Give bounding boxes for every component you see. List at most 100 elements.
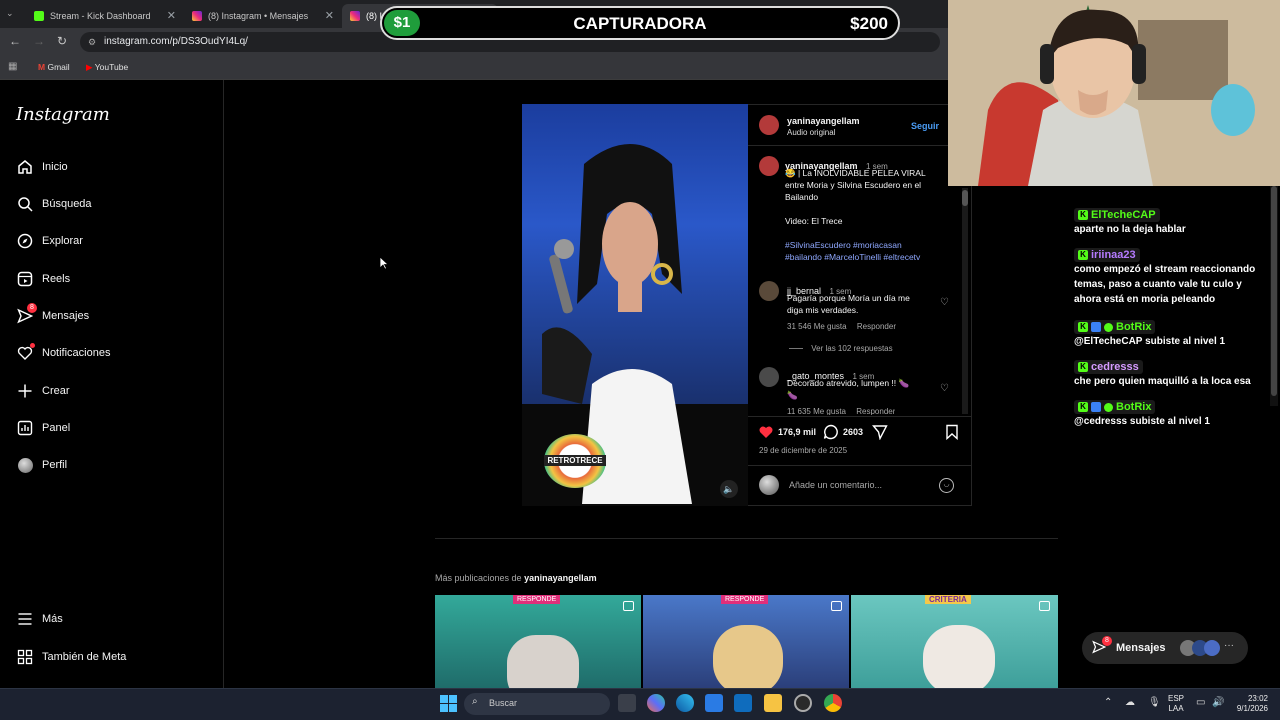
comments-scrollbar[interactable] bbox=[962, 188, 968, 414]
chat-username[interactable]: Kiriinaa23 bbox=[1074, 248, 1140, 262]
post-thumbnail[interactable]: RESPONDE bbox=[643, 595, 849, 688]
caption-hashtags[interactable]: #bailando #MarceloTinelli #eltrecetv bbox=[785, 251, 945, 263]
chat-text: che pero quien maquilló a la loca esa bbox=[1074, 376, 1251, 387]
sidebar-item-panel[interactable]: Panel bbox=[16, 416, 70, 440]
sidebar-item-mensajes[interactable]: 8 Mensajes bbox=[16, 303, 89, 328]
explorer-icon[interactable] bbox=[764, 694, 782, 712]
emoji-icon[interactable]: ◡ bbox=[939, 478, 954, 493]
bookmark-youtube[interactable]: ▶ YouTube bbox=[86, 62, 128, 73]
author-avatar[interactable] bbox=[759, 115, 779, 135]
follow-button[interactable]: Seguir bbox=[911, 121, 939, 131]
bot-badge-icon bbox=[1091, 322, 1101, 332]
comment-input[interactable]: Añade un comentario... bbox=[789, 480, 882, 490]
reload-button[interactable]: ↻ bbox=[57, 34, 67, 48]
clock-time: 23:02 bbox=[1247, 694, 1268, 703]
sidebar-item-label: Crear bbox=[42, 385, 70, 397]
sidebar-item-reels[interactable]: Reels bbox=[16, 267, 70, 291]
audio-label[interactable]: Audio original bbox=[787, 128, 835, 137]
reel-video[interactable]: RETROTRECE 🔈 bbox=[522, 104, 748, 506]
forward-button[interactable]: → bbox=[33, 34, 45, 48]
scrollbar-thumb[interactable] bbox=[962, 190, 968, 206]
sidebar-item-explorar[interactable]: Explorar bbox=[16, 229, 83, 253]
url-text: instagram.com/p/DS3OudYI4Lq/ bbox=[104, 36, 248, 47]
save-button[interactable] bbox=[945, 424, 959, 445]
clock[interactable]: 23:02 9/1/2026 bbox=[1232, 694, 1268, 714]
sidebar-item-crear[interactable]: Crear bbox=[16, 379, 70, 403]
more-posts-prefix: Más publicaciones de bbox=[435, 573, 525, 583]
comments-count[interactable]: 2603 bbox=[843, 427, 863, 437]
messages-dock[interactable]: 8 Mensajes ··· bbox=[1082, 632, 1248, 664]
comment-button[interactable] bbox=[823, 424, 839, 445]
post-thumbnail[interactable]: CRITERIA bbox=[851, 595, 1058, 688]
more-posts-user[interactable]: yaninayangellam bbox=[524, 573, 597, 583]
comment-likes[interactable]: 11 635 Me gusta bbox=[787, 407, 846, 415]
chat-scrollbar[interactable] bbox=[1270, 186, 1278, 406]
post-thumbnail[interactable]: RESPONDE bbox=[435, 595, 641, 688]
tab-instagram-messages[interactable]: (8) Instagram • Mensajes ✕ bbox=[184, 4, 340, 28]
comment-avatar[interactable] bbox=[759, 281, 779, 301]
tab-label: Stream - Kick Dashboard bbox=[50, 11, 151, 21]
back-button[interactable]: ← bbox=[9, 34, 21, 48]
avatar bbox=[1204, 640, 1220, 656]
sidebar-item-mas[interactable]: Más bbox=[16, 607, 63, 631]
comment-like-icon[interactable]: ♡ bbox=[940, 297, 949, 308]
comment-likes[interactable]: 31 546 Me gusta bbox=[787, 322, 847, 331]
comment-line: diga mis verdades. bbox=[787, 305, 859, 315]
post-date: 29 de diciembre de 2025 bbox=[759, 446, 848, 455]
chat-username[interactable]: Kcedresss bbox=[1074, 360, 1143, 374]
cloud-icon[interactable]: ☁ bbox=[1125, 697, 1135, 708]
comment-like-icon[interactable]: ♡ bbox=[940, 383, 949, 394]
reply-button[interactable]: Responder bbox=[856, 407, 895, 415]
comment-avatar[interactable] bbox=[759, 367, 779, 387]
sidebar-item-meta[interactable]: También de Meta bbox=[16, 645, 126, 669]
tab-search-button[interactable]: ⌄ bbox=[6, 8, 14, 19]
likes-count[interactable]: 176,9 mil bbox=[778, 427, 816, 437]
chevron-up-icon[interactable]: ⌃ bbox=[1104, 697, 1112, 708]
reply-button[interactable]: Responder bbox=[857, 322, 896, 331]
sidebar-item-notificaciones[interactable]: Notificaciones bbox=[16, 341, 110, 365]
bookmark-gmail[interactable]: M Gmail bbox=[38, 62, 70, 72]
like-button[interactable] bbox=[758, 424, 774, 445]
start-button[interactable] bbox=[440, 695, 457, 712]
thumbnail-face bbox=[923, 625, 995, 688]
kick-badge-icon: K bbox=[1078, 210, 1088, 220]
mute-button[interactable]: 🔈 bbox=[720, 480, 738, 498]
close-icon[interactable]: ✕ bbox=[325, 9, 334, 22]
volume-icon[interactable]: 🔊 bbox=[1212, 697, 1224, 708]
caption-avatar[interactable] bbox=[759, 156, 779, 176]
author-username[interactable]: yaninayangellam bbox=[787, 116, 860, 126]
instagram-logo[interactable]: Instagram bbox=[16, 104, 110, 125]
comment-meta: 31 546 Me gusta Responder bbox=[787, 322, 896, 331]
chat-username[interactable]: K BotRix bbox=[1074, 320, 1156, 334]
scrollbar-thumb[interactable] bbox=[1271, 186, 1277, 396]
site-info-icon[interactable]: ⚙ bbox=[88, 32, 96, 52]
mic-icon[interactable]: 🎙 bbox=[1148, 697, 1161, 708]
outlook-icon[interactable] bbox=[734, 694, 752, 712]
network-icon[interactable]: ▭ bbox=[1196, 697, 1205, 708]
task-view-icon[interactable] bbox=[618, 694, 636, 712]
taskbar-search[interactable]: ⌕ Buscar bbox=[464, 693, 610, 715]
reels-icon bbox=[16, 270, 34, 288]
obs-icon[interactable] bbox=[794, 694, 812, 712]
copilot-icon[interactable] bbox=[647, 694, 665, 712]
panel-divider bbox=[748, 416, 971, 417]
chrome-icon[interactable] bbox=[824, 694, 842, 712]
comment-icon bbox=[823, 424, 838, 440]
tab-kick-dashboard[interactable]: Stream - Kick Dashboard ✕ bbox=[26, 4, 182, 28]
caption-hashtags[interactable]: #SilvinaEscudero #moriacasan bbox=[785, 239, 945, 251]
sidebar-item-perfil[interactable]: Perfil bbox=[16, 453, 67, 477]
store-icon[interactable] bbox=[705, 694, 723, 712]
chat-username[interactable]: K ElTecheCAP bbox=[1074, 208, 1160, 222]
apps-icon[interactable]: ▦ bbox=[8, 61, 17, 72]
reel-icon bbox=[623, 601, 634, 611]
language-indicator[interactable]: ESP LAA bbox=[1168, 694, 1184, 714]
caption-line: Bailando bbox=[785, 192, 819, 202]
close-icon[interactable]: ✕ bbox=[167, 9, 176, 22]
view-replies[interactable]: Ver las 102 respuestas bbox=[789, 344, 893, 353]
sidebar-item-inicio[interactable]: Inicio bbox=[16, 155, 68, 179]
share-button[interactable] bbox=[872, 424, 888, 445]
edge-icon[interactable] bbox=[676, 694, 694, 712]
chat-username[interactable]: K BotRix bbox=[1074, 400, 1156, 414]
chat-message: Kcedresss che pero quien maquilló a la l… bbox=[1074, 356, 1264, 389]
sidebar-item-busqueda[interactable]: Búsqueda bbox=[16, 192, 92, 216]
